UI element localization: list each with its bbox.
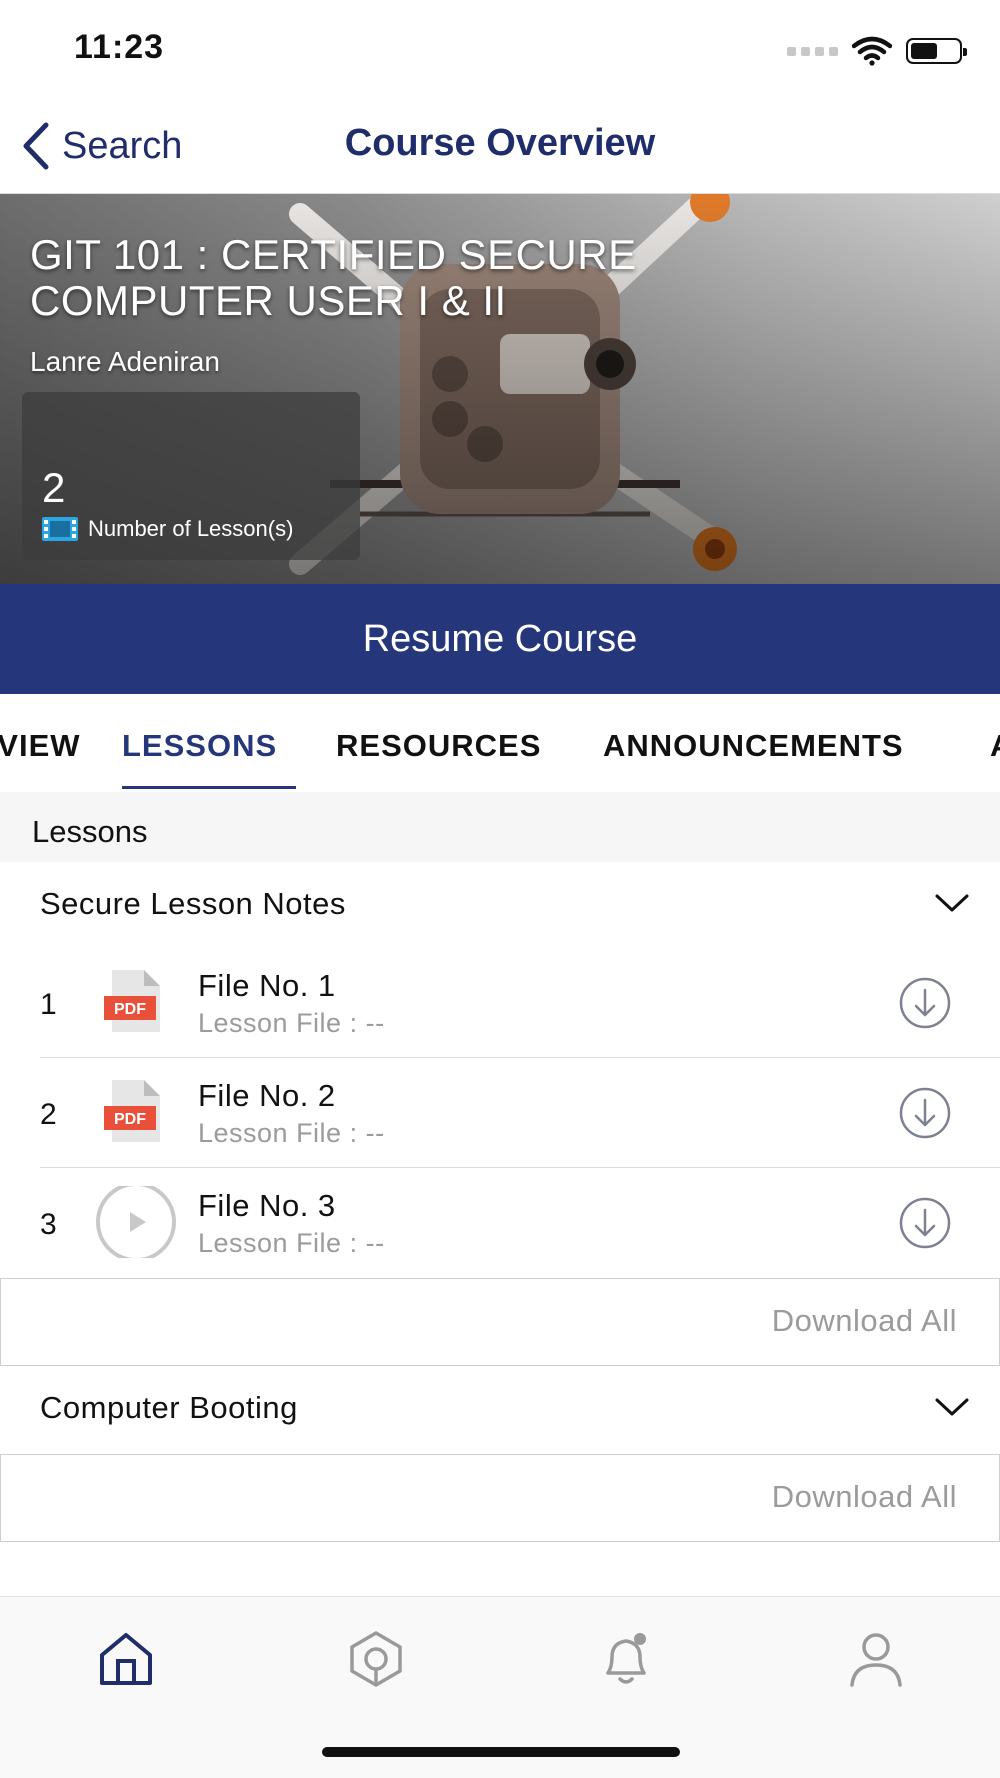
lesson-group-header[interactable]: Secure Lesson Notes [0,862,1000,948]
explore-icon[interactable] [344,1627,408,1691]
lesson-item[interactable]: 3 File No. 3 Lesson File : -- [0,1168,1000,1278]
lesson-item-number: 2 [40,1098,57,1131]
section-header-label: Lessons [32,814,148,849]
download-icon[interactable] [898,976,952,1030]
pdf-label: PDF [114,1001,146,1018]
download-icon[interactable] [898,1196,952,1250]
status-bar: 11:23 [0,0,1000,100]
download-icon[interactable] [898,1086,952,1140]
lesson-item-number: 1 [40,988,57,1021]
lesson-count-value: 2 [42,464,66,511]
lesson-item[interactable]: 2 PDF File No. 2 Lesson File : -- [0,1058,1000,1168]
course-title-line-2: COMPUTER USER I & II [30,277,507,324]
bell-icon[interactable] [594,1627,658,1691]
status-indicators [787,34,967,68]
home-indicator [322,1747,680,1757]
lesson-item-subtitle: Lesson File : -- [198,1008,385,1038]
pdf-file-icon: PDF [104,970,160,1032]
lesson-count-card: 2 Number of Lesson(s) [22,392,360,560]
download-all-button[interactable]: Download All [772,1479,957,1515]
profile-icon[interactable] [844,1627,908,1691]
course-title: GIT 101 : CERTIFIED SECURE COMPUTER USER… [30,232,730,324]
video-play-icon [96,1186,176,1258]
resume-course-button[interactable]: Resume Course [0,584,1000,694]
lesson-group-title: Computer Booting [40,1390,298,1425]
battery-icon [906,38,967,64]
lesson-item-subtitle: Lesson File : -- [198,1228,385,1258]
tab-overview[interactable]: OVERVIEW [0,728,81,764]
pdf-label: PDF [114,1111,146,1128]
wifi-icon [852,36,892,66]
course-tabs: OVERVIEW LESSONS RESOURCES ANNOUNCEMENTS… [0,694,1000,790]
chevron-down-icon [935,894,969,912]
lesson-item[interactable]: 1 PDF File No. 1 Lesson File : -- [0,948,1000,1058]
lesson-item-title: File No. 3 [198,1188,336,1223]
tab-announcements[interactable]: ANNOUNCEMENTS [603,728,904,764]
lesson-item-title: File No. 2 [198,1078,336,1113]
section-header: Lessons [0,792,1000,862]
course-hero-banner: GIT 101 : CERTIFIED SECURE COMPUTER USER… [0,194,1000,584]
film-icon [42,517,78,541]
lesson-count-label: Number of Lesson(s) [88,516,294,541]
page-title: Course Overview [344,122,656,164]
active-tab-indicator [122,786,296,789]
home-icon[interactable] [94,1627,158,1691]
tab-overflow[interactable]: A [990,728,1000,764]
download-all-bar: Download All [0,1454,1000,1542]
download-all-button[interactable]: Download All [772,1303,957,1339]
lesson-item-number: 3 [40,1208,57,1241]
tab-resources[interactable]: RESOURCES [336,728,541,764]
lesson-item-subtitle: Lesson File : -- [198,1118,385,1148]
navigation-bar: Search Course Overview [0,100,1000,194]
tab-lessons[interactable]: LESSONS [122,728,277,764]
pdf-file-icon: PDF [104,1080,160,1142]
bottom-tab-bar [0,1596,1000,1778]
course-author: Lanre Adeniran [30,346,220,377]
lesson-item-title: File No. 1 [198,968,336,1003]
chevron-down-icon [935,1398,969,1416]
download-all-bar: Download All [0,1278,1000,1366]
cellular-signal-icon [787,46,838,56]
lesson-group-header[interactable]: Computer Booting [0,1366,1000,1452]
status-time: 11:23 [74,28,165,66]
course-title-line-1: GIT 101 : CERTIFIED SECURE [30,231,637,278]
lesson-group-title: Secure Lesson Notes [40,886,346,921]
